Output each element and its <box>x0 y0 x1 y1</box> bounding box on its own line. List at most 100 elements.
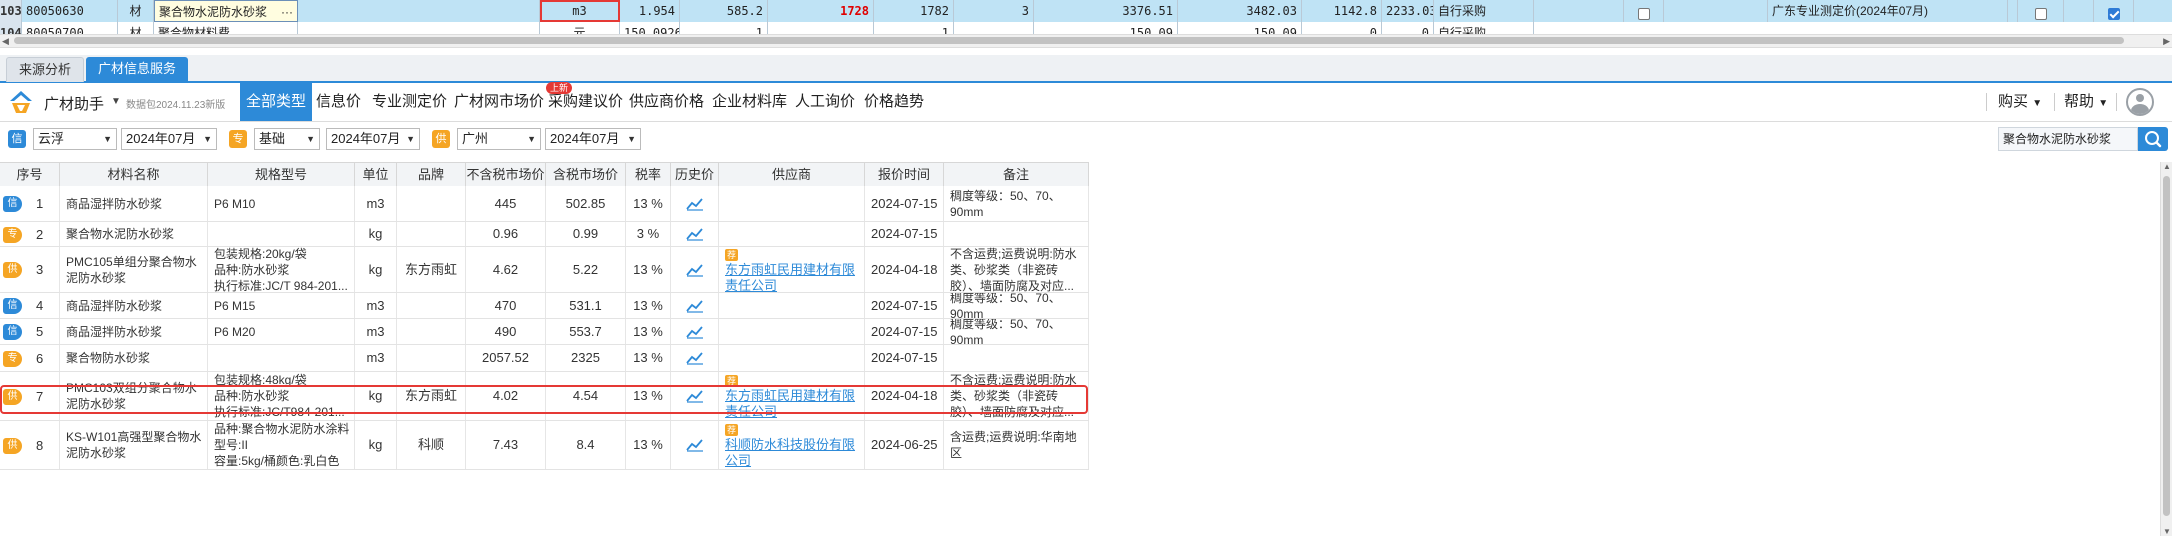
nav-market-price[interactable]: 广材网市场价 <box>452 83 546 121</box>
history-price-cell[interactable] <box>671 186 719 221</box>
cell-v2[interactable] <box>768 22 874 34</box>
cell-source[interactable]: 自行采购 <box>1434 22 1534 34</box>
cell-code[interactable]: 80050700 <box>22 22 118 34</box>
region-select[interactable]: 广州 ▼ <box>457 128 541 150</box>
nav-professional-price[interactable]: 专业测定价 <box>370 83 449 121</box>
col-note[interactable]: 备注 <box>944 163 1089 186</box>
scroll-up-icon[interactable]: ▲ <box>2163 162 2171 171</box>
col-brand[interactable]: 品牌 <box>397 163 466 186</box>
cell-v4[interactable] <box>954 22 1034 34</box>
history-price-cell[interactable] <box>671 421 719 469</box>
history-price-cell[interactable] <box>671 372 719 420</box>
checkbox-checked[interactable] <box>2107 8 2120 20</box>
spreadsheet-row[interactable]: 104 80050700 材 聚合物材料费 元 150.0926 1 1 150… <box>0 22 2172 34</box>
nav-manual-inquiry[interactable]: 人工询价 <box>793 83 857 121</box>
supplier-link[interactable]: 科顺防水科技股份有限公司 <box>725 437 855 468</box>
table-row[interactable]: 供 7 PMC103双组分聚合物水泥防水砂浆 包装规格:48kg/袋 品种:防水砂浆 … <box>0 372 1089 421</box>
cell-v5[interactable]: 3376.51 <box>1034 0 1178 22</box>
col-history[interactable]: 历史价 <box>671 163 719 186</box>
cell-source[interactable]: 自行采购 <box>1434 0 1534 22</box>
cell-name[interactable]: 聚合物材料费 <box>154 22 298 34</box>
col-date[interactable]: 报价时间 <box>865 163 944 186</box>
supplier-link[interactable]: 东方雨虹民用建材有限责任公司 <box>725 262 855 293</box>
cell-type[interactable]: 材 <box>118 22 154 34</box>
nav-enterprise-library[interactable]: 企业材料库 <box>710 83 789 121</box>
search-button[interactable] <box>2138 127 2168 151</box>
cell-check-3[interactable] <box>2094 0 2134 22</box>
table-row[interactable]: 信 1 商品湿拌防水砂浆 P6 M10 m3 445 502.85 13 % 2024-07-1… <box>0 186 1089 222</box>
spreadsheet-row-selected[interactable]: 103 80050630 材 聚合物水泥防水砂浆 ··· m3 1.954 585… <box>0 0 2172 22</box>
cell-qty[interactable]: 150.0926 <box>620 22 680 34</box>
horizontal-scrollbar[interactable]: ◀ ▶ <box>0 34 2172 48</box>
tab-material-info-service[interactable]: 广材信息服务 <box>86 57 189 81</box>
trend-chart-icon[interactable] <box>685 263 704 277</box>
period-select[interactable]: 2024年07月 ▼ <box>545 128 641 150</box>
scroll-right-icon[interactable]: ▶ <box>2163 36 2170 47</box>
cell-v6[interactable]: 150.09 <box>1178 22 1302 34</box>
history-price-cell[interactable] <box>671 293 719 318</box>
cell-v8[interactable]: 2233.03 <box>1382 0 1434 22</box>
table-row[interactable]: 供 3 PMC105单组分聚合物水泥防水砂浆 包装规格:20kg/袋 品种:防水砂浆 … <box>0 247 1089 293</box>
cell-type[interactable]: 材 <box>118 0 154 22</box>
supplier-link[interactable]: 东方雨虹民用建材有限责任公司 <box>725 388 855 419</box>
period-select[interactable]: 2024年07月 ▼ <box>121 128 217 150</box>
scroll-left-icon[interactable]: ◀ <box>2 36 9 47</box>
cell-v6[interactable]: 3482.03 <box>1178 0 1302 22</box>
cell-name-editing[interactable]: 聚合物水泥防水砂浆 ··· <box>154 0 298 22</box>
table-row[interactable]: 信 4 商品湿拌防水砂浆 P6 M15 m3 470 531.1 13 % 2024-07-15… <box>0 293 1089 319</box>
cell-unit[interactable]: 元 <box>540 22 620 34</box>
period-select[interactable]: 2024年07月 ▼ <box>326 128 420 150</box>
history-price-cell[interactable] <box>671 319 719 344</box>
checkbox[interactable] <box>1637 8 1650 20</box>
trend-chart-icon[interactable] <box>685 351 704 365</box>
history-price-cell[interactable] <box>671 247 719 292</box>
cell-v3[interactable]: 1782 <box>874 0 954 22</box>
chevron-down-icon[interactable]: ▼ <box>111 96 121 107</box>
history-price-cell[interactable] <box>671 222 719 246</box>
checkbox[interactable] <box>2034 8 2047 20</box>
cell-check-2[interactable] <box>2018 0 2064 22</box>
cell-v8[interactable]: 0 <box>1382 22 1434 34</box>
col-tax[interactable]: 税率 <box>626 163 671 186</box>
trend-chart-icon[interactable] <box>685 299 704 313</box>
region-select[interactable]: 云浮 ▼ <box>33 128 117 150</box>
scroll-down-icon[interactable]: ▼ <box>2163 527 2171 536</box>
nav-all-types[interactable]: 全部类型 <box>240 83 313 121</box>
trend-chart-icon[interactable] <box>685 227 704 241</box>
trend-chart-icon[interactable] <box>685 438 704 452</box>
tab-source-analysis[interactable]: 来源分析 <box>6 57 85 82</box>
cell-v5[interactable]: 150.09 <box>1034 22 1178 34</box>
cell-note[interactable]: 广东专业测定价(2024年07月) <box>1768 0 2008 22</box>
cell-v1[interactable]: 1 <box>680 22 768 34</box>
category-select[interactable]: 基础 ▼ <box>254 128 320 150</box>
cell-v7[interactable]: 0 <box>1302 22 1382 34</box>
table-row[interactable]: 专 2 聚合物水泥防水砂浆 kg 0.96 0.99 3 % 2024-07-15 <box>0 222 1089 247</box>
trend-chart-icon[interactable] <box>685 389 704 403</box>
more-button[interactable]: ··· <box>281 1 293 21</box>
trend-chart-icon[interactable] <box>685 325 704 339</box>
nav-purchase-suggest[interactable]: 上新 采购建议价 <box>546 82 625 121</box>
table-row[interactable]: 信 5 商品湿拌防水砂浆 P6 M20 m3 490 553.7 13 % 2024-07-15… <box>0 319 1089 345</box>
vertical-scrollbar[interactable]: ▲ ▼ <box>2160 162 2172 536</box>
table-row[interactable]: 供 8 KS-W101高强型聚合物水泥防水砂浆 品种:聚合物水泥防水涂料 型号:II … <box>0 421 1089 470</box>
cell-v4[interactable]: 3 <box>954 0 1034 22</box>
cell-code[interactable]: 80050630 <box>22 0 118 22</box>
cell-unit-selected[interactable]: m3 <box>540 0 620 22</box>
cell-v1[interactable]: 585.2 <box>680 0 768 22</box>
history-price-cell[interactable] <box>671 345 719 371</box>
help-menu[interactable]: 帮助 ▼ <box>2064 83 2108 121</box>
col-spec[interactable]: 规格型号 <box>208 163 355 186</box>
col-name[interactable]: 材料名称 <box>60 163 208 186</box>
col-price-incl[interactable]: 含税市场价 <box>546 163 626 186</box>
cell-v2[interactable]: 1728 <box>768 0 874 22</box>
scrollbar-thumb[interactable] <box>14 37 2124 44</box>
user-avatar-icon[interactable] <box>2126 88 2154 116</box>
buy-menu[interactable]: 购买 ▼ <box>1998 83 2042 121</box>
nav-price-trend[interactable]: 价格趋势 <box>862 83 926 121</box>
col-no[interactable]: 序号 <box>0 163 60 186</box>
cell-v3[interactable]: 1 <box>874 22 954 34</box>
cell-v7[interactable]: 1142.8 <box>1302 0 1382 22</box>
cell-qty[interactable]: 1.954 <box>620 0 680 22</box>
brand-name[interactable]: 广材助手 <box>44 93 104 114</box>
nav-supplier-price[interactable]: 供应商价格 <box>627 83 706 121</box>
